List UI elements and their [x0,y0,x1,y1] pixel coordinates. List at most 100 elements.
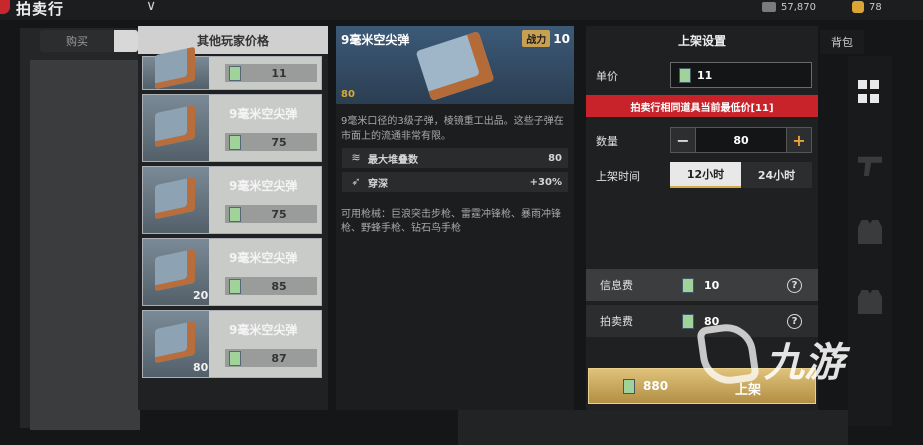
coin-icon [679,67,691,83]
chevron-down-icon[interactable]: ∨ [146,0,156,14]
price-bar: 11 [225,64,317,82]
armor-icon[interactable] [858,290,882,314]
ammo-box-icon [155,46,195,90]
price-list-header: 其他玩家价格 [138,26,328,54]
power-badge: 战力 10 [522,30,570,47]
power-value: 10 [553,31,570,46]
listing-name: 9毫米空尖弹 [229,251,298,265]
lowest-price-warning: 拍卖行相同道具当前最低价[11] [586,95,818,117]
coin-icon [682,277,694,293]
list-item[interactable]: 9毫米空尖弹 75 [142,94,322,162]
ammo-box-icon [155,176,195,220]
quantity-badge: 80 [193,361,209,374]
usable-guns-text: 可用枪械：巨浪突击步枪、雷霆冲锋枪、暴雨冲锋枪、野蜂手枪、钻石鸟手枪 [341,209,561,234]
info-fee-row: 信息费 10 ? [586,269,818,301]
power-label: 战力 [522,30,551,47]
silver-currency: 57,870 [762,0,816,14]
coin-icon [229,134,241,150]
item-count: 80 [341,89,355,100]
info-fee-value: 10 [704,278,720,292]
stat-value: +30% [529,176,562,188]
price-bar: 75 [225,133,317,151]
coin-icon [682,313,694,329]
page-title: 拍卖行 [16,0,65,18]
stat-value: 80 [548,152,562,164]
quantity-stepper: − 80 + [670,127,812,153]
stat-row-penetration: ➶ 穿深 +30% [342,172,568,192]
increase-button[interactable]: + [786,127,812,153]
item-thumbnail [143,167,209,233]
unit-price-label: 单价 [596,70,618,83]
info-fee-label: 信息费 [600,279,633,292]
listing-price: 87 [271,351,287,365]
watermark: 九游 [696,320,890,390]
listing-name: 9毫米空尖弹 [229,323,298,337]
duration-24h-option[interactable]: 24小时 [741,162,812,188]
coin-icon [623,379,635,394]
total-cost: 880 [643,379,669,393]
unit-price-input[interactable]: 11 [670,62,812,88]
help-icon[interactable]: ? [787,277,802,293]
list-item[interactable]: 20 9毫米空尖弹 85 [142,238,322,306]
left-inner-panel [30,60,140,430]
price-bar: 75 [225,205,317,223]
price-bar: 85 [225,277,317,295]
settings-header: 上架设置 [677,33,726,48]
duration-label: 上架时间 [596,170,640,183]
tab-buy[interactable]: 购买 [40,30,114,52]
decrease-button[interactable]: − [670,127,696,153]
auction-fee-label: 拍卖费 [600,315,633,328]
listing-price: 85 [271,279,287,293]
silver-coin-icon [762,2,776,12]
ammo-box-icon [155,248,195,292]
other-player-prices-panel: 其他玩家价格 11 9毫米空尖弹 75 9毫米空尖弹 75 20 9毫米空尖弹 [138,26,328,410]
item-thumbnail [143,95,209,161]
ammo-box-icon [415,31,495,101]
stat-label: 最大堆叠数 [368,154,418,166]
listing-price: 75 [271,135,287,149]
penetration-icon: ➶ [351,175,361,188]
item-thumbnail: 80 [143,311,209,377]
price-bar: 87 [225,349,317,367]
ammo-box-icon [155,104,195,148]
listing-price: 11 [271,66,287,80]
list-item[interactable]: 9毫米空尖弹 75 [142,166,322,234]
tab-backpack[interactable]: 背包 [820,30,864,54]
stat-label: 穿深 [368,178,388,190]
duration-selector: 12小时 24小时 [670,162,812,188]
duration-12h-option[interactable]: 12小时 [670,162,741,188]
quantity-badge: 20 [193,289,209,302]
item-thumbnail: 20 [143,239,209,305]
item-detail-panel: 9毫米空尖弹 战力 10 80 9毫米口径的3级子弹，棱镜重工出品。这些子弹在市… [336,26,574,410]
gold-coin-icon [852,1,864,13]
coin-icon [229,278,241,294]
stat-row-max-stack: ≋ 最大堆叠数 80 [342,148,568,168]
item-detail-header: 9毫米空尖弹 战力 10 80 [336,26,574,104]
unit-price-value: 11 [697,68,713,82]
quantity-label: 数量 [596,135,618,148]
quantity-value[interactable]: 80 [696,127,786,153]
listing-name: 9毫米空尖弹 [229,107,298,121]
coin-icon [229,65,241,81]
watermark-logo-icon [696,320,760,388]
gold-amount: 78 [869,1,882,13]
gold-currency: 78 [852,0,882,14]
listing-price: 75 [271,207,287,221]
item-name: 9毫米空尖弹 [341,33,410,47]
vest-icon[interactable] [858,220,882,244]
app-logo-icon [0,0,10,14]
pistol-icon[interactable] [858,156,882,176]
tab-sell-toggle[interactable] [114,30,138,52]
coin-icon [229,206,241,222]
layers-icon: ≋ [351,151,361,164]
item-thumbnail [143,46,209,90]
bottom-strip [458,410,848,445]
coin-icon [229,350,241,366]
listing-name: 9毫米空尖弹 [229,179,298,193]
grid-icon[interactable] [858,80,882,104]
list-item[interactable]: 11 [142,46,322,90]
top-bar: 拍卖行 ∨ 57,870 78 [0,0,923,20]
list-item[interactable]: 80 9毫米空尖弹 87 [142,310,322,378]
item-description: 9毫米口径的3级子弹，棱镜重工出品。这些子弹在市面上的流通非常有限。 [341,116,564,142]
watermark-text: 九游 [764,340,844,386]
